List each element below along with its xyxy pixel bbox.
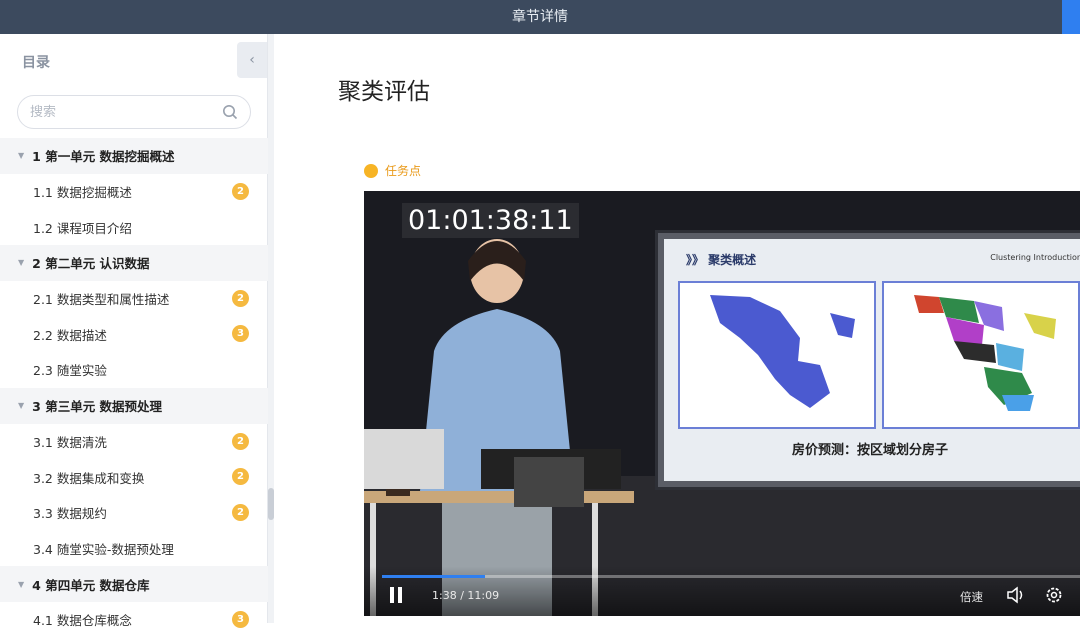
collapse-sidebar-button[interactable]: ‹ [237,42,267,78]
toc-lesson-item[interactable]: 3.2 数据集成和变换 2 [0,459,268,495]
task-count-badge: 2 [232,468,249,486]
slide-heading-en: Clustering Introduction [990,253,1080,262]
toc-item-label: 2 第二单元 认识数据 [32,256,150,272]
sidebar: 目录 ‹ ▼ 1 第一单元 数据挖掘概述 1.1 数据挖掘概述 2 1.2 课程项目介绍… [0,34,268,628]
video-time: 1:38 / 11:09 [432,589,500,602]
toc-item-label: 3.3 数据规约 [33,506,107,522]
toc-item-label: 4 第四单元 数据仓库 [32,577,150,593]
toc-unit-header[interactable]: ▼ 1 第一单元 数据挖掘概述 [0,138,268,174]
settings-gear-icon[interactable] [1044,585,1064,605]
progress-fill [382,575,486,578]
toc-lesson-item[interactable]: 2.3 随堂实验 [0,352,268,388]
slide-map-right [882,281,1080,429]
toc-lesson-item[interactable]: 3.4 随堂实验-数据预处理 [0,531,268,567]
progress-bar[interactable] [382,575,1080,578]
task-count-badge: 2 [232,182,249,200]
toc-unit-header[interactable]: ▼ 3 第三单元 数据预处理 [0,387,268,424]
toc-item-label: 1.2 课程项目介绍 [33,220,132,236]
toc-item-label: 2.3 随堂实验 [33,363,107,379]
toc-item-label: 3.2 数据集成和变换 [33,470,145,486]
video-controls: 1:38 / 11:09 倍速 [364,566,1080,616]
toc-lesson-item[interactable]: 1.1 数据挖掘概述 2 [0,174,268,210]
slide-map-left [678,281,876,429]
search-box[interactable] [17,95,251,129]
task-count-badge: 2 [232,503,249,521]
slide-caption: 房价预测：按区域划分房子 [792,443,949,458]
pause-icon[interactable] [388,586,404,604]
top-right-button[interactable] [1062,0,1080,34]
top-bar: 章节详情 [0,0,1080,34]
video-player[interactable]: 01:01:38:11 》》 聚类概述 Clustering Introduct… [364,191,1080,616]
toc-item-label: 4.1 数据仓库概念 [33,613,132,629]
slide-heading: 》》 聚类概述 [686,253,757,267]
toc-lesson-item[interactable]: 4.1 数据仓库概念 3 [0,602,268,638]
toc-lesson-item[interactable]: 2.2 数据描述 3 [0,316,268,352]
playback-speed-button[interactable]: 倍速 [960,589,983,605]
toc-lesson-item[interactable]: 2.1 数据类型和属性描述 2 [0,281,268,317]
video-timecode: 01:01:38:11 [402,203,579,238]
caret-down-icon[interactable]: ▼ [18,580,24,589]
toc-unit-header[interactable]: ▼ 2 第二单元 认识数据 [0,245,268,281]
toc-item-label: 1 第一单元 数据挖掘概述 [32,149,175,165]
search-input[interactable] [30,102,210,122]
toc-item-label: 2.2 数据描述 [33,327,107,343]
toc-item-label: 3.4 随堂实验-数据预处理 [33,541,174,557]
toc-item-label: 2.1 数据类型和属性描述 [33,292,170,308]
slide-screen: 》》 聚类概述 Clustering Introduction 房价预测：按区域… [664,239,1080,481]
main-content: 聚类评估 任务点 01:01:38:11 》》 聚类概述 Clustering … [274,34,1080,623]
toc-unit-header[interactable]: ▼ 4 第四单元 数据仓库 [0,566,268,602]
toc-lesson-item[interactable]: 3.3 数据规约 2 [0,495,268,531]
task-count-badge: 2 [232,289,249,307]
page-title: 聚类评估 [338,79,430,105]
task-count-badge: 3 [232,325,249,343]
caret-down-icon[interactable]: ▼ [18,258,24,267]
chevron-left-icon: ‹ [249,52,255,68]
task-count-badge: 2 [232,432,249,450]
toc-lesson-item[interactable]: 3.1 数据清洗 2 [0,424,268,460]
task-point-text: 任务点 [385,164,422,178]
toc-item-label: 3 第三单元 数据预处理 [32,399,163,415]
toc-lesson-item[interactable]: 1.2 课程项目介绍 [0,209,268,245]
caret-down-icon[interactable]: ▼ [18,151,24,160]
search-icon[interactable] [222,104,238,120]
sidebar-heading: 目录 [22,55,50,71]
task-count-badge: 3 [232,610,249,628]
volume-icon[interactable] [1006,586,1026,604]
table-of-contents: ▼ 1 第一单元 数据挖掘概述 1.1 数据挖掘概述 2 1.2 课程项目介绍 ▼ 2 第二… [0,138,268,638]
toc-item-label: 3.1 数据清洗 [33,434,107,450]
caret-down-icon[interactable]: ▼ [18,401,24,410]
task-dot-icon [364,163,378,178]
toc-item-label: 1.1 数据挖掘概述 [33,185,132,201]
page-header-title: 章节详情 [512,9,568,25]
tv-slide: 》》 聚类概述 Clustering Introduction 房价预测：按区域… [655,230,1080,490]
task-point-label: 任务点 [364,162,421,179]
